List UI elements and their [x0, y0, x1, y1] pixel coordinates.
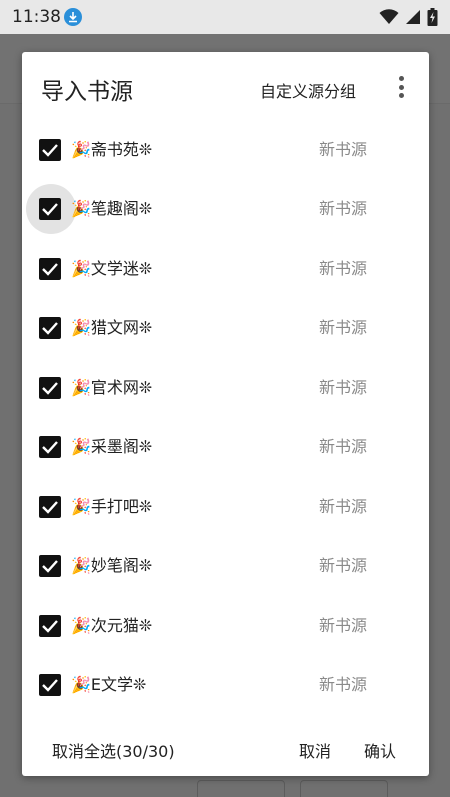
- source-name: 🎉E文学❊: [71, 675, 147, 695]
- list-item[interactable]: 🎉官术网❊ 新书源: [22, 358, 429, 418]
- checkbox[interactable]: [39, 317, 61, 340]
- checkbox[interactable]: [39, 198, 61, 221]
- checkbox[interactable]: [39, 138, 61, 161]
- background-button: [197, 780, 285, 797]
- source-group: 新书源: [319, 318, 368, 338]
- background-button: [300, 780, 388, 797]
- checkbox[interactable]: [39, 257, 61, 280]
- list-item[interactable]: 🎉文学迷❊ 新书源: [22, 239, 429, 299]
- source-group: 新书源: [319, 556, 368, 576]
- more-vert-icon[interactable]: [391, 74, 411, 100]
- import-source-dialog: 导入书源 自定义源分组 🎉斋书苑❊ 新书源 🎉笔趣阁❊ 新书源 🎉文学迷❊ 新书…: [22, 52, 429, 776]
- dialog-title: 导入书源: [41, 79, 133, 105]
- dialog-footer: 取消全选(30/30) 取消 确认: [22, 728, 429, 768]
- source-group: 新书源: [319, 258, 368, 278]
- checkbox[interactable]: [39, 614, 61, 637]
- list-item[interactable]: 🎉妙笔阁❊ 新书源: [22, 537, 429, 597]
- custom-group-button[interactable]: 自定义源分组: [260, 78, 356, 102]
- checkbox[interactable]: [39, 436, 61, 459]
- source-name: 🎉手打吧❊: [71, 496, 153, 516]
- source-name: 🎉猎文网❊: [71, 318, 153, 338]
- cell-signal-icon: [405, 9, 421, 29]
- source-name: 🎉笔趣阁❊: [71, 199, 153, 219]
- source-group: 新书源: [319, 496, 368, 516]
- source-name: 🎉文学迷❊: [71, 258, 153, 278]
- wifi-icon: [379, 9, 399, 29]
- list-item[interactable]: 🎉笔趣阁❊ 新书源: [22, 180, 429, 240]
- deselect-all-button[interactable]: 取消全选(30/30): [52, 738, 175, 762]
- list-item[interactable]: 🎉采墨阁❊ 新书源: [22, 418, 429, 478]
- checkbox[interactable]: [39, 495, 61, 518]
- source-group: 新书源: [319, 139, 368, 159]
- source-group: 新书源: [319, 377, 368, 397]
- list-item[interactable]: 🎉斋书苑❊ 新书源: [22, 120, 429, 180]
- checkbox[interactable]: [39, 555, 61, 578]
- source-group: 新书源: [319, 675, 368, 695]
- checkbox[interactable]: [39, 674, 61, 697]
- download-icon: [64, 8, 82, 26]
- cancel-button[interactable]: 取消: [299, 738, 331, 762]
- status-bar: 11:38: [0, 0, 450, 34]
- source-group: 新书源: [319, 615, 368, 635]
- source-name: 🎉次元猫❊: [71, 615, 153, 635]
- confirm-button[interactable]: 确认: [364, 738, 396, 762]
- battery-charging-icon: [427, 8, 438, 30]
- source-list: 🎉斋书苑❊ 新书源 🎉笔趣阁❊ 新书源 🎉文学迷❊ 新书源 🎉猎文网❊ 新书源 …: [22, 120, 429, 715]
- source-name: 🎉斋书苑❊: [71, 139, 153, 159]
- source-group: 新书源: [319, 437, 368, 457]
- source-name: 🎉妙笔阁❊: [71, 556, 153, 576]
- list-item[interactable]: 🎉手打吧❊ 新书源: [22, 477, 429, 537]
- list-item[interactable]: 🎉猎文网❊ 新书源: [22, 299, 429, 359]
- source-name: 🎉采墨阁❊: [71, 437, 153, 457]
- status-time: 11:38: [12, 7, 61, 27]
- checkbox[interactable]: [39, 376, 61, 399]
- source-name: 🎉官术网❊: [71, 377, 153, 397]
- list-item[interactable]: 🎉E文学❊ 新书源: [22, 656, 429, 716]
- source-group: 新书源: [319, 199, 368, 219]
- list-item[interactable]: 🎉次元猫❊ 新书源: [22, 596, 429, 656]
